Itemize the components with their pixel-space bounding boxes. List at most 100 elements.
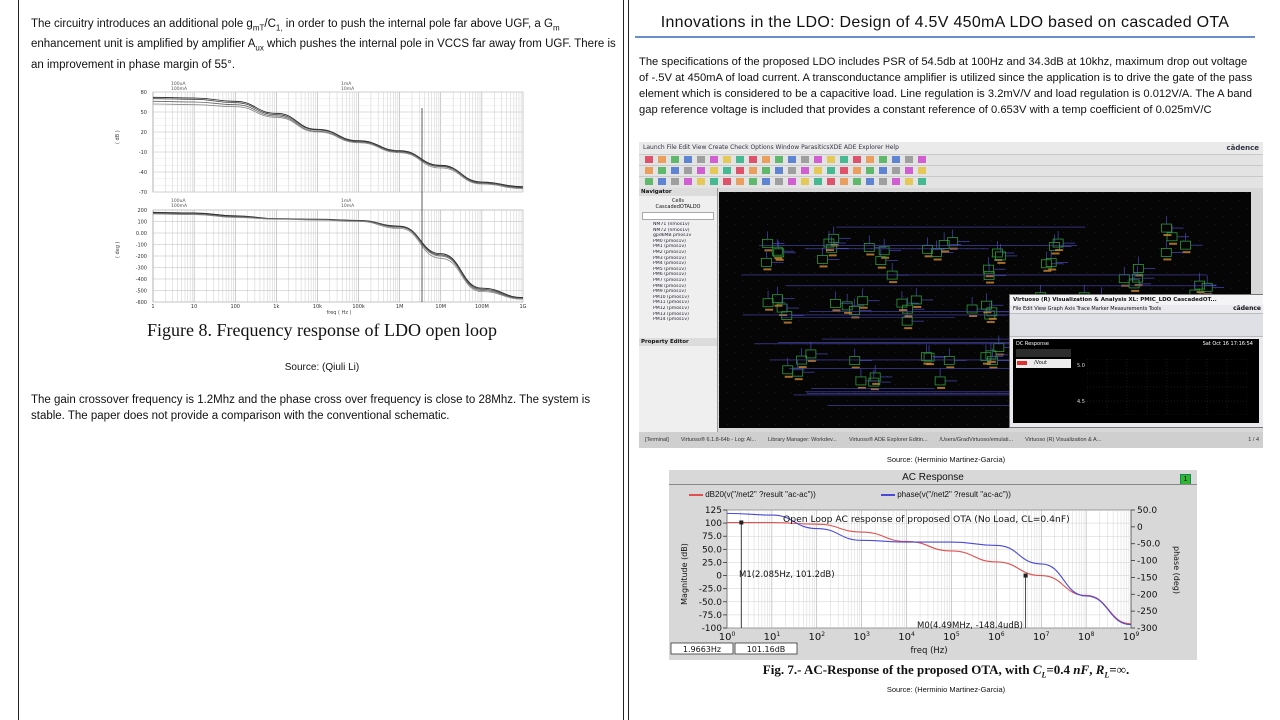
toolbar-icon[interactable] [918,167,926,174]
toolbar-icon[interactable] [762,178,770,185]
toolbar-icon[interactable] [710,167,718,174]
toolbar-icon[interactable] [697,156,705,163]
toolbar-icon[interactable] [788,178,796,185]
grid-dot [983,344,984,345]
toolbar-icon[interactable] [827,156,835,163]
toolbar-icon[interactable] [892,178,900,185]
taskbar-item[interactable]: Library Manager: Workdev... [768,437,837,443]
toolbar-icon[interactable] [658,178,666,185]
toolbar-icon[interactable] [827,167,835,174]
toolbar-icon[interactable] [866,167,874,174]
toolbar-icon[interactable] [918,178,926,185]
grid-dot [1247,224,1248,225]
toolbar-icon[interactable] [749,178,757,185]
toolbar-icon[interactable] [723,156,731,163]
navigator-cell-name: CascadedOTALDO [655,204,701,210]
instance-label [1163,258,1172,261]
taskbar-item[interactable]: Virtuoso® ADE Explorer Editin... [849,437,928,443]
toolbar-icon[interactable] [814,167,822,174]
toolbar-icon[interactable] [853,156,861,163]
toolbar-icon[interactable] [723,178,731,185]
grid-dot [751,192,752,193]
toolbar-icon[interactable] [645,156,653,163]
grid-dot [735,208,736,209]
grid-dot [895,320,896,321]
navigator-search-input[interactable] [642,212,714,220]
grid-dot [871,232,872,233]
toolbar-icon[interactable] [840,167,848,174]
toolbar-icon[interactable] [905,167,913,174]
taskbar-item[interactable]: Virtuoso (R) Visualization & A... [1025,437,1101,443]
instance-label [904,315,913,318]
toolbar-icon[interactable] [710,156,718,163]
grid-dot [775,392,776,393]
toolbar-icon[interactable] [736,156,744,163]
grid-dot [719,416,720,417]
toolbar-icon[interactable] [814,178,822,185]
mag-ytick-label: 20 [141,130,147,136]
toolbar-icon[interactable] [736,167,744,174]
toolbar-icon[interactable] [775,156,783,163]
virtuoso-toolbar[interactable] [1010,313,1263,337]
toolbar-icon[interactable] [645,178,653,185]
toolbar-icon[interactable] [840,178,848,185]
toolbar-icon[interactable] [892,156,900,163]
toolbar-icon[interactable] [736,178,744,185]
toolbar-icon[interactable] [749,167,757,174]
toolbar-icon[interactable] [892,167,900,174]
grid-dot [1135,208,1136,209]
toolbar-icon[interactable] [918,156,926,163]
toolbar-icon[interactable] [801,156,809,163]
toolbar-icon[interactable] [762,167,770,174]
toolbar-icon[interactable] [697,178,705,185]
toolbar-icon[interactable] [905,156,913,163]
taskbar-item[interactable]: [Terminal] [645,437,669,443]
grid-dot [1143,248,1144,249]
toolbar-icon[interactable] [840,156,848,163]
toolbar-icon[interactable] [788,156,796,163]
grid-dot [767,256,768,257]
toolbar-icon[interactable] [801,167,809,174]
grid-dot [1143,216,1144,217]
grid-dot [919,424,920,425]
toolbar-icon[interactable] [814,156,822,163]
taskbar-item[interactable]: Virtuoso® 6.1.8-64b - Log: Al... [681,437,756,443]
toolbar-icon[interactable] [684,156,692,163]
grid-dot [991,384,992,385]
taskbar-item[interactable]: /Users/GradVirtuoso/emulati... [939,437,1013,443]
toolbar-icon[interactable] [866,156,874,163]
toolbar-icon[interactable] [853,167,861,174]
grid-dot [839,424,840,425]
toolbar-icon[interactable] [853,178,861,185]
toolbar-icon[interactable] [671,178,679,185]
virtuoso-menubar[interactable]: File Edit View Graph Axis Trace Marker M… [1010,305,1263,313]
toolbar-icon[interactable] [658,156,666,163]
toolbar-icon[interactable] [749,156,757,163]
toolbar-icon[interactable] [723,167,731,174]
toolbar-icon[interactable] [775,178,783,185]
grid-dot [791,216,792,217]
toolbar-icon[interactable] [645,167,653,174]
toolbar-icon[interactable] [671,156,679,163]
toolbar-icon[interactable] [866,178,874,185]
toolbar-icon[interactable] [684,167,692,174]
toolbar-icon[interactable] [671,167,679,174]
toolbar-icon[interactable] [710,178,718,185]
toolbar-icon[interactable] [879,178,887,185]
grid-dot [911,288,912,289]
toolbar-icon[interactable] [827,178,835,185]
toolbar-icon[interactable] [879,156,887,163]
grid-dot [1239,264,1240,265]
toolbar-icon[interactable] [788,167,796,174]
grid-dot [1039,288,1040,289]
navigator-tree-item[interactable]: PM14 (pmos1v) [653,317,717,323]
toolbar-icon[interactable] [684,178,692,185]
toolbar-icon[interactable] [905,178,913,185]
grid-dot [1023,256,1024,257]
toolbar-icon[interactable] [658,167,666,174]
toolbar-icon[interactable] [775,167,783,174]
toolbar-icon[interactable] [801,178,809,185]
toolbar-icon[interactable] [762,156,770,163]
toolbar-icon[interactable] [697,167,705,174]
toolbar-icon[interactable] [879,167,887,174]
